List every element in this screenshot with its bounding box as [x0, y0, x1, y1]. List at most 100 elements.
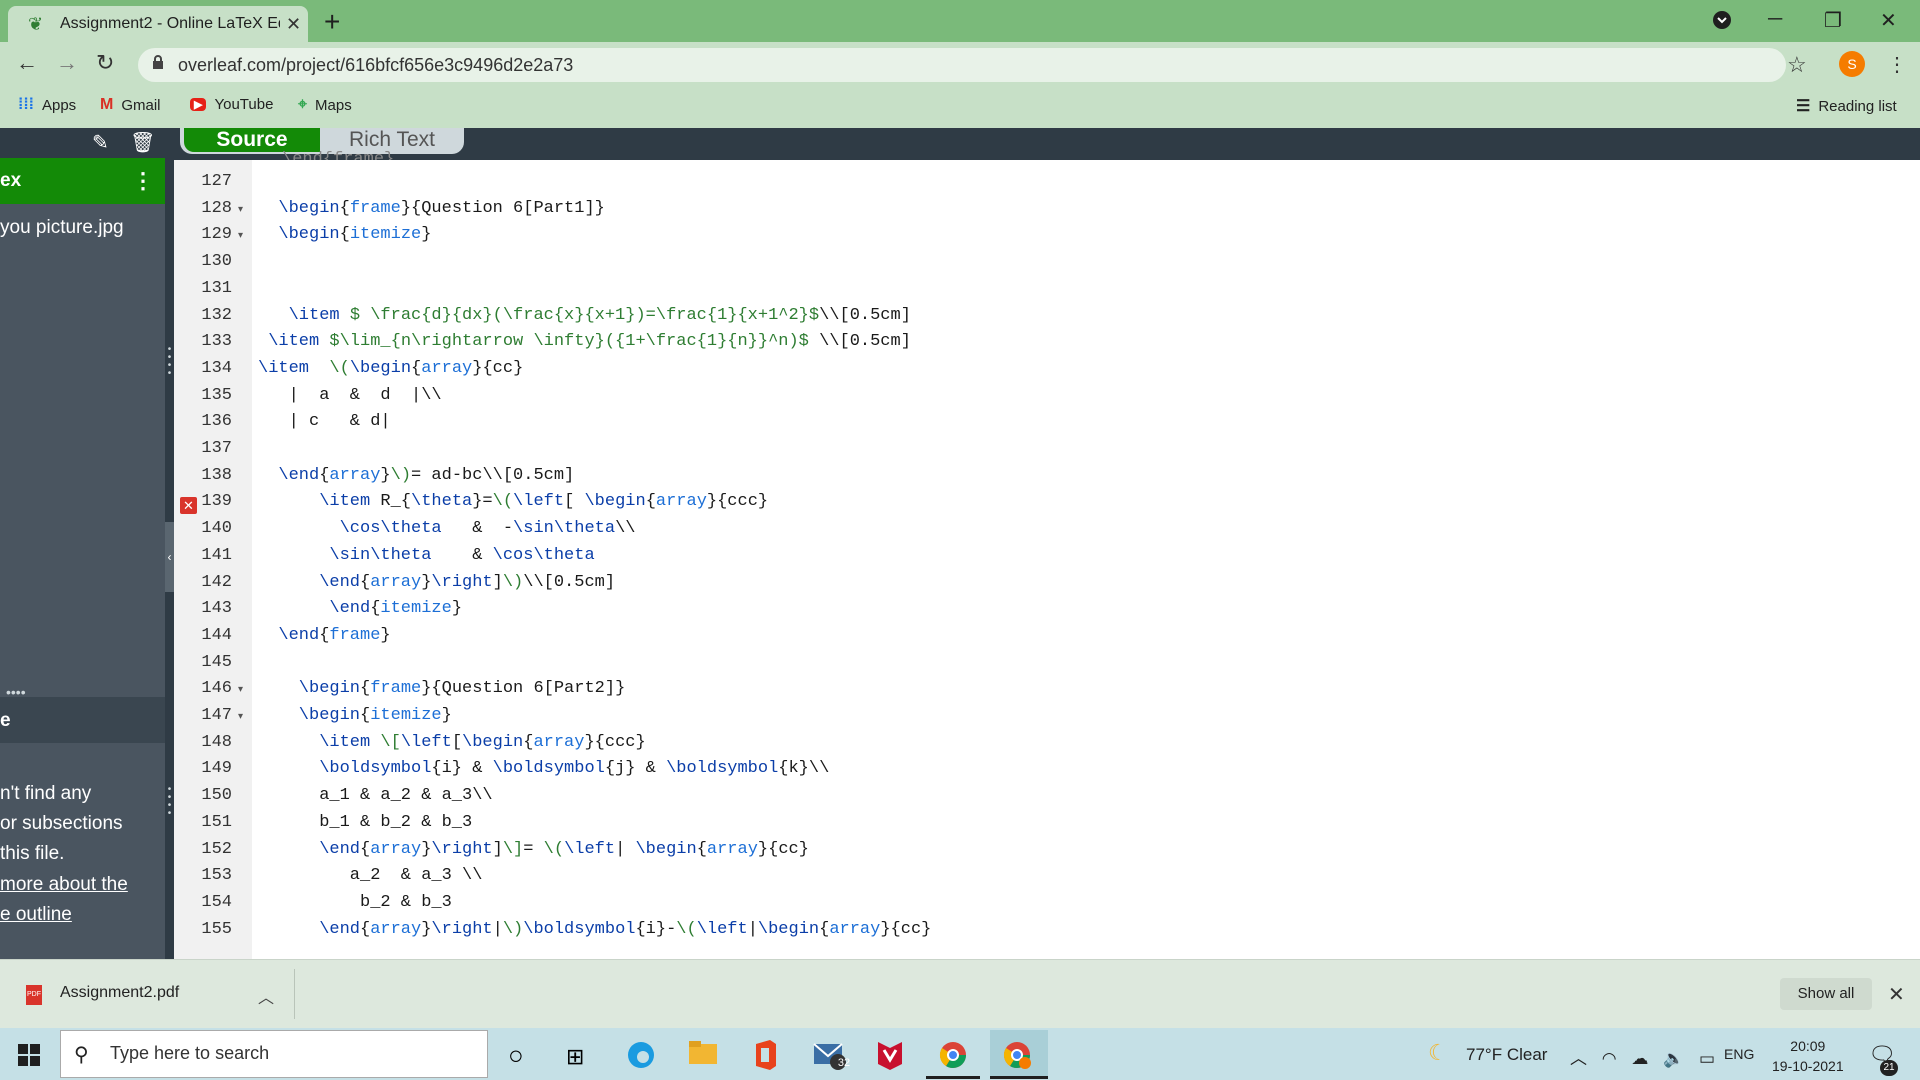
battery-icon[interactable]: ▭	[1699, 1049, 1715, 1068]
line-number: 129	[201, 225, 232, 245]
code-line[interactable]: \item \(\begin{array}{cc}	[258, 359, 523, 378]
bookmark-youtube[interactable]: ▶ YouTube	[190, 96, 273, 113]
code-line[interactable]: | a & d |\\	[289, 386, 442, 405]
download-options-chevron-icon[interactable]: ︿	[258, 984, 274, 1008]
code-line[interactable]: \begin{itemize}	[299, 706, 452, 725]
code-line[interactable]: \item R_{\theta}=\(\left[ \begin{array}{…	[319, 492, 768, 511]
line-number: 142	[201, 572, 232, 592]
tab-close-icon[interactable]: ✕	[286, 14, 301, 35]
code-line[interactable]: \item \[\left[\begin{array}{ccc}	[319, 733, 646, 752]
bookmark-gmail[interactable]: M Gmail	[100, 96, 161, 114]
chrome-profile-window-icon[interactable]	[1002, 1040, 1032, 1077]
file-tree-item[interactable]: you picture.jpg	[0, 217, 124, 239]
code-line[interactable]: \end{array}\right]\)\\[0.5cm]	[319, 573, 615, 592]
system-tray[interactable]: ︿ ◠ ☁ 🔈 ▭	[1570, 1044, 1715, 1069]
gmail-icon: M	[100, 96, 114, 113]
code-line[interactable]: \end{itemize}	[329, 599, 462, 618]
code-line[interactable]: \begin{frame}{Question 6[Part1]}	[278, 199, 604, 218]
outline-header[interactable]	[0, 697, 165, 743]
file-explorer-icon[interactable]	[688, 1040, 718, 1073]
code-line[interactable]: | c & d|	[289, 412, 391, 431]
network-wifi-icon[interactable]: ◠	[1602, 1049, 1617, 1068]
fold-toggle-icon[interactable]: ▾	[238, 204, 243, 215]
tab-search-icon[interactable]	[1712, 10, 1732, 36]
code-line[interactable]: \sin\theta & \cos\theta	[329, 546, 594, 565]
source-mode-button[interactable]: Source	[184, 128, 320, 152]
mcafee-icon[interactable]	[876, 1040, 904, 1077]
reload-icon[interactable]: ↻	[96, 50, 114, 76]
code-line[interactable]: \boldsymbol{i} & \boldsymbol{j} & \bolds…	[319, 759, 829, 778]
code-line[interactable]: \item $ \frac{d}{dx}(\frac{x}{x+1})=\fra…	[289, 306, 911, 325]
code-line[interactable]: \end{array}\right|\)\boldsymbol{i}-\(\le…	[319, 920, 931, 939]
cortana-icon[interactable]: ○	[508, 1040, 524, 1071]
splitter-grip-icon[interactable]: • • • •	[165, 785, 174, 819]
chrome-icon[interactable]	[938, 1040, 968, 1077]
line-number: 134	[201, 358, 232, 378]
show-all-downloads-button[interactable]: Show all	[1780, 978, 1872, 1010]
volume-icon[interactable]: 🔈	[1663, 1049, 1684, 1068]
error-marker-icon[interactable]: ✕	[180, 497, 197, 514]
code-line[interactable]: \end{array}\)= ad-bc\\[0.5cm]	[278, 466, 574, 485]
code-line[interactable]: \item $\lim_{n\rightarrow \infty}({1+\fr…	[268, 332, 911, 351]
taskbar-search-placeholder[interactable]: Type here to search	[110, 1043, 269, 1064]
back-arrow-icon[interactable]: ←	[16, 50, 38, 76]
apps-grid-icon: ⁞⁞⁞	[18, 96, 34, 113]
minimize-window-icon[interactable]: ─	[1768, 8, 1782, 31]
taskbar-clock[interactable]: 20:09 19-10-2021	[1772, 1036, 1844, 1076]
task-view-icon[interactable]: ⊞	[566, 1044, 584, 1070]
code-line[interactable]: a_2 & a_3 \\	[350, 866, 483, 885]
reading-list-button[interactable]: ☰ Reading list	[1796, 96, 1897, 116]
code-line[interactable]: \end{array}\right]\]= \(\left| \begin{ar…	[319, 840, 809, 859]
weather-moon-icon[interactable]: ☾	[1428, 1040, 1448, 1066]
line-number: 148	[201, 732, 232, 752]
active-file-name[interactable]: ex	[0, 170, 21, 192]
file-menu-icon[interactable]: ⋮	[132, 168, 154, 194]
close-window-icon[interactable]: ✕	[1880, 8, 1897, 33]
bookmark-apps[interactable]: ⁞⁞⁞ Apps	[18, 96, 76, 114]
close-downloads-bar-icon[interactable]: ✕	[1888, 982, 1905, 1007]
bookmark-maps[interactable]: ⌖ Maps	[298, 96, 352, 114]
clock-date: 19-10-2021	[1772, 1058, 1844, 1074]
show-hidden-icons-chevron-icon[interactable]: ︿	[1570, 1049, 1587, 1068]
weather-text[interactable]: 77°F Clear	[1466, 1045, 1547, 1065]
edge-browser-icon[interactable]	[626, 1040, 656, 1077]
new-tab-button[interactable]: +	[324, 6, 340, 38]
forward-arrow-icon[interactable]: →	[56, 50, 78, 76]
browser-tab[interactable]: ❦ Assignment2 - Online LaTeX Editor ✕	[8, 6, 308, 42]
code-line[interactable]: b_1 & b_2 & b_3	[319, 813, 472, 832]
rename-pencil-icon[interactable]: ✎	[92, 130, 109, 155]
line-number: 133	[201, 332, 232, 352]
delete-trash-icon[interactable]: 🗑	[130, 130, 155, 155]
windows-start-icon[interactable]	[18, 1044, 40, 1066]
lock-icon[interactable]	[152, 55, 164, 74]
line-number: 154	[201, 892, 232, 912]
line-number: 132	[201, 305, 232, 325]
bookmark-star-icon[interactable]: ☆	[1787, 52, 1807, 78]
collapse-panel-chevron-icon[interactable]: ‹	[165, 522, 174, 592]
code-line[interactable]: \end{frame}	[278, 626, 390, 645]
code-line[interactable]: \cos\theta & -\sin\theta\\	[340, 519, 636, 538]
fold-toggle-icon[interactable]: ▾	[238, 230, 243, 241]
outline-help-link[interactable]: more about the	[0, 874, 128, 896]
office-icon[interactable]	[752, 1040, 778, 1077]
line-number: 131	[201, 278, 232, 298]
code-line[interactable]: a_1 & a_2 & a_3\\	[319, 786, 492, 805]
restore-window-icon[interactable]: ❐	[1824, 8, 1842, 33]
outline-help-link[interactable]: e outline	[0, 904, 72, 926]
splitter-grip-icon[interactable]: • • • •	[165, 345, 174, 379]
code-line[interactable]: b_2 & b_3	[360, 893, 452, 912]
outline-title[interactable]: e	[0, 710, 11, 732]
fold-toggle-icon[interactable]: ▾	[238, 684, 243, 695]
chrome-menu-icon[interactable]: ⋮	[1887, 52, 1907, 77]
code-line[interactable]: \begin{frame}{Question 6[Part2]}	[299, 679, 625, 698]
profile-avatar[interactable]: S	[1839, 51, 1865, 77]
language-indicator[interactable]: ENG	[1724, 1046, 1754, 1062]
tab-title: Assignment2 - Online LaTeX Editor	[60, 15, 280, 32]
fold-toggle-icon[interactable]: ▾	[238, 711, 243, 722]
code-line[interactable]: \begin{itemize}	[278, 225, 431, 244]
rich-text-mode-button[interactable]: Rich Text	[322, 128, 462, 152]
maps-icon: ⌖	[298, 96, 308, 113]
download-file-name[interactable]: Assignment2.pdf	[60, 984, 179, 1002]
url-text[interactable]: overleaf.com/project/616bfcf656e3c9496d2…	[178, 55, 573, 76]
onedrive-cloud-icon[interactable]: ☁	[1631, 1049, 1648, 1068]
